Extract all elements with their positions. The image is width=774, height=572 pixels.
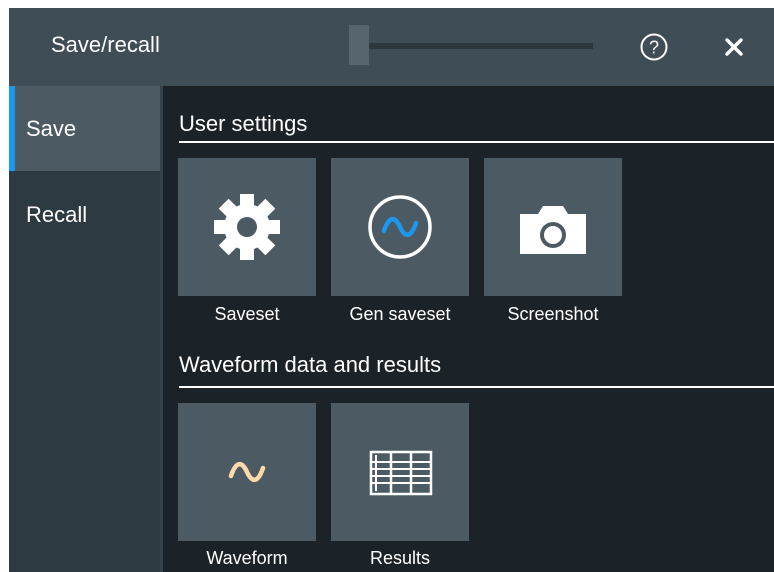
- sidebar-item-recall[interactable]: Recall: [9, 172, 160, 257]
- saveset-tile[interactable]: [178, 158, 316, 296]
- tile-label-waveform: Waveform: [206, 548, 288, 568]
- sidebar: Save Recall: [9, 86, 160, 572]
- tile-label-gen-saveset: Gen saveset: [349, 304, 451, 324]
- close-button[interactable]: [723, 36, 745, 58]
- section-title-user-settings: User settings: [179, 111, 308, 136]
- help-symbol: ?: [649, 38, 659, 58]
- dialog-titlebar: Save/recall ?: [9, 8, 774, 86]
- tile-label-saveset: Saveset: [214, 304, 280, 324]
- camera-icon: [520, 206, 586, 254]
- screenshot-tile[interactable]: [484, 158, 622, 296]
- tile-label-screenshot: Screenshot: [507, 304, 599, 324]
- sidebar-item-label: Recall: [26, 202, 88, 227]
- section-rule: [179, 386, 774, 388]
- results-tile[interactable]: [331, 403, 469, 541]
- results-table-icon: [369, 450, 433, 496]
- help-button[interactable]: ?: [639, 32, 669, 62]
- section-rule: [179, 141, 774, 143]
- sidebar-item-save[interactable]: Save: [9, 86, 160, 171]
- close-icon: [725, 38, 743, 56]
- tile-label-results: Results: [369, 548, 431, 568]
- dialog-title: Save/recall: [51, 32, 160, 57]
- gear-icon: [214, 194, 280, 260]
- help-icon: ?: [640, 33, 668, 61]
- transparency-slider-handle[interactable]: [349, 25, 369, 65]
- gen-saveset-tile[interactable]: [331, 158, 469, 296]
- transparency-slider-track[interactable]: [369, 43, 593, 49]
- waveform-tile[interactable]: [178, 403, 316, 541]
- sidebar-divider: [160, 86, 163, 572]
- save-recall-dialog: Save/recall ? Save Recall User settings: [9, 8, 774, 572]
- section-title-waveform-data: Waveform data and results: [179, 352, 442, 377]
- waveform-icon: [228, 462, 266, 482]
- generator-wave-icon: [368, 195, 432, 259]
- sidebar-item-label: Save: [26, 116, 77, 141]
